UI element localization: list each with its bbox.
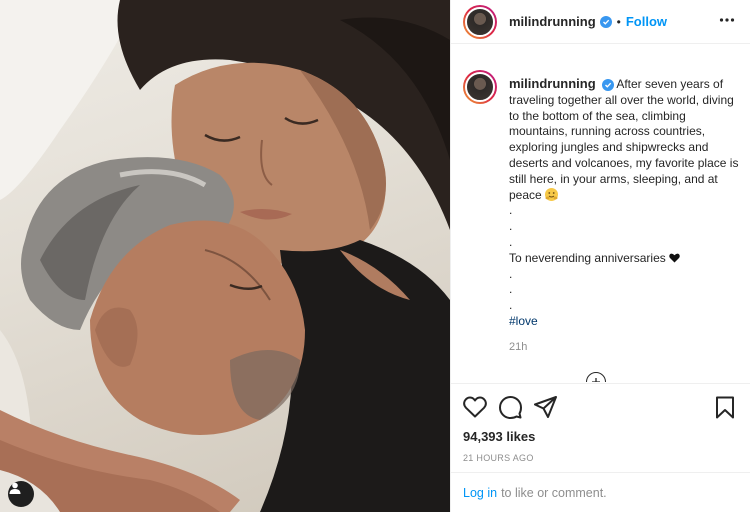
- heart-icon[interactable]: [463, 396, 487, 418]
- likes-count[interactable]: 94,393 likes: [463, 429, 735, 444]
- load-more-comments-button[interactable]: [586, 372, 606, 382]
- paper-plane-icon[interactable]: [534, 396, 557, 418]
- likes-label: likes: [506, 429, 536, 444]
- post-photo: [0, 0, 450, 512]
- black-heart-emoji: [669, 253, 680, 263]
- caption-username[interactable]: milindrunning: [509, 76, 596, 91]
- verified-badge-icon: [601, 79, 614, 91]
- login-link[interactable]: Log in: [463, 486, 497, 500]
- bookmark-icon[interactable]: [715, 396, 735, 419]
- login-prompt-text: to like or comment.: [501, 485, 607, 500]
- caption-text: After seven years of traveling together …: [509, 77, 739, 202]
- caption-dot-line: .: [509, 266, 513, 281]
- plus-circle-icon: [591, 377, 601, 382]
- separator-dot: •: [616, 14, 621, 29]
- caption-timestamp: 21h: [509, 340, 528, 353]
- hashtag-link[interactable]: #love: [509, 314, 538, 328]
- caption: milindrunning After seven years of trave…: [509, 60, 739, 356]
- post-actions: 94,393 likes 21 HOURS AGO: [451, 383, 750, 463]
- verified-badge-icon: [599, 15, 612, 28]
- caption-dot-line: .: [509, 298, 513, 313]
- post-timestamp[interactable]: 21 HOURS AGO: [463, 453, 735, 463]
- header-username[interactable]: milindrunning: [509, 14, 596, 29]
- hugging-face-emoji: [545, 187, 559, 201]
- post-sidebar: milindrunning • Follow milindrunning Aft…: [450, 0, 750, 512]
- comment-bubble-icon[interactable]: [499, 395, 522, 419]
- action-bar: [463, 394, 735, 420]
- likes-number: 94,393: [463, 429, 503, 444]
- tagged-users-button[interactable]: [8, 481, 34, 507]
- couple-photo-illustration: [0, 0, 450, 512]
- login-prompt: Log in to like or comment.: [451, 472, 750, 512]
- caption-dot-line: .: [509, 282, 513, 297]
- caption-dot-line: .: [509, 219, 513, 234]
- follow-button[interactable]: Follow: [626, 14, 667, 29]
- caption-avatar[interactable]: [463, 70, 497, 104]
- more-options-icon[interactable]: [719, 12, 735, 33]
- post-header: milindrunning • Follow: [451, 0, 750, 44]
- caption-dot-line: .: [509, 203, 513, 218]
- caption-anniversary-text: To neverending anniversaries: [509, 250, 666, 265]
- caption-dot-line: .: [509, 234, 513, 249]
- avatar[interactable]: [463, 4, 497, 39]
- caption-row: milindrunning After seven years of trave…: [451, 60, 750, 356]
- comments-section[interactable]: milindrunning After seven years of trave…: [451, 60, 750, 382]
